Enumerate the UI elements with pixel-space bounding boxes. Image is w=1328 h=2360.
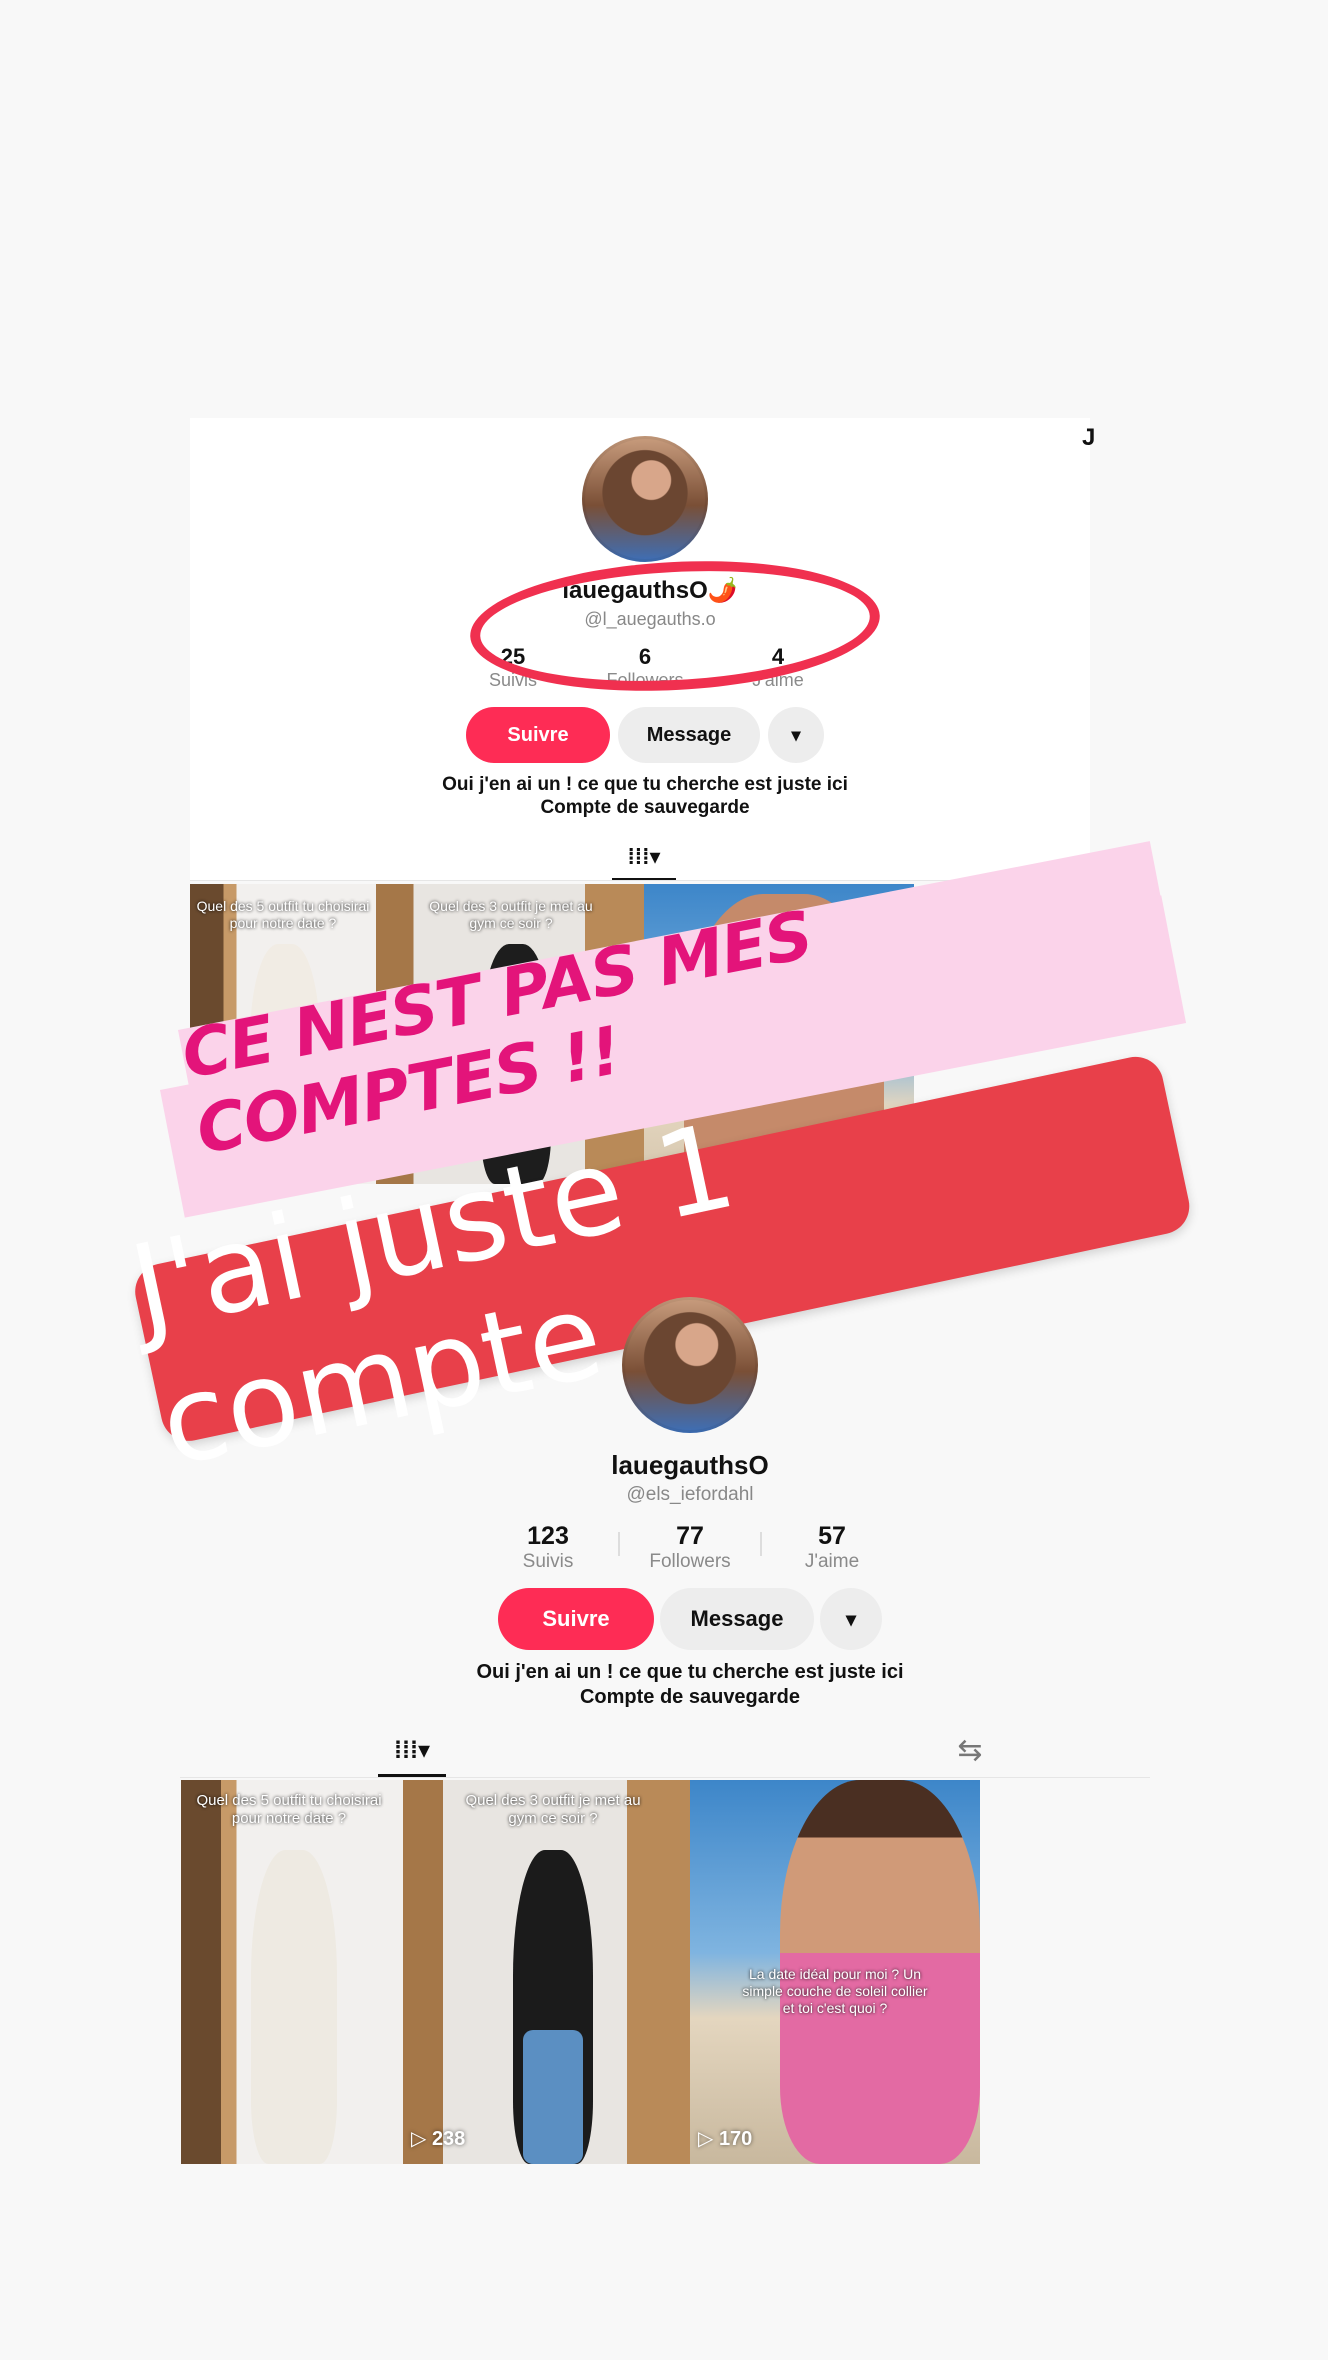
bottom-more-button[interactable]: ▾ (820, 1588, 882, 1650)
top-grid-tab[interactable]: ⁞⁞⁞▾ (612, 840, 676, 874)
video-figure (251, 1850, 337, 2164)
bottom-grid-tab[interactable]: ⁞⁞⁞▾ (378, 1732, 446, 1768)
bottom-follow-button[interactable]: Suivre (498, 1588, 654, 1650)
repost-icon[interactable]: ⇆ (940, 1732, 1000, 1768)
corner-mark: J (1082, 424, 1096, 451)
top-video-2-caption: Quel des 3 outfit je met au gym ce soir … (429, 898, 593, 931)
bottom-video-3-views: ▷ 170 (698, 2128, 753, 2150)
top-bio-line1: Oui j'en ai un ! ce que tu cherche est j… (442, 774, 848, 795)
video-figure-legs (523, 2030, 583, 2164)
bottom-bio-line2: Compte de sauvegarde (579, 1686, 801, 1708)
bottom-video-1[interactable]: Quel des 5 outfit tu choisirai pour notr… (181, 1780, 403, 2164)
bottom-profile-handle: @els_iefordahl (626, 1484, 754, 1505)
bottom-bio-line1: Oui j'en ai un ! ce que tu cherche est j… (476, 1661, 904, 1683)
bottom-tab-divider (180, 1777, 1150, 1778)
bottom-avatar[interactable] (622, 1297, 758, 1433)
stat-divider (618, 1532, 620, 1556)
top-follow-button[interactable]: Suivre (466, 707, 610, 763)
bottom-video-1-caption: Quel des 5 outfit tu choisirai pour notr… (196, 1792, 382, 1827)
bottom-stat-likes[interactable]: 57 J'aime (782, 1522, 882, 1573)
caret-down-icon: ▾ (845, 1608, 857, 1631)
top-more-button[interactable]: ▾ (768, 707, 824, 763)
bottom-stat-likes-num: 57 (818, 1522, 846, 1550)
top-bio-line2: Compte de sauvegarde (540, 796, 750, 818)
bottom-stat-followers-label: Followers (649, 1551, 731, 1572)
top-avatar[interactable] (582, 436, 708, 562)
bottom-stat-following-label: Suivis (522, 1551, 574, 1572)
bottom-video-2[interactable]: Quel des 3 outfit je met au gym ce soir … (403, 1780, 690, 2164)
bottom-profile-name: lauegauthsO (611, 1450, 769, 1480)
top-video-1-caption: Quel des 5 outfit tu choisirai pour notr… (196, 898, 370, 931)
bottom-video-3-caption: La date idéal pour moi ? Un simple couch… (742, 1966, 928, 2016)
bottom-stat-following[interactable]: 123 Suivis (498, 1522, 598, 1573)
top-bio: Oui j'en ai un ! ce que tu cherche est j… (390, 774, 900, 820)
bottom-stat-following-num: 123 (527, 1522, 569, 1550)
stat-divider (760, 1532, 762, 1556)
bottom-bio: Oui j'en ai un ! ce que tu cherche est j… (430, 1660, 950, 1710)
top-message-button[interactable]: Message (618, 707, 760, 763)
bottom-video-3[interactable]: La date idéal pour moi ? Un simple couch… (690, 1780, 980, 2164)
bottom-stat-followers[interactable]: 77 Followers (635, 1522, 745, 1573)
bottom-video-2-caption: Quel des 3 outfit je met au gym ce soir … (465, 1792, 641, 1827)
bottom-stat-followers-num: 77 (676, 1522, 704, 1550)
bottom-video-2-views: ▷ 238 (411, 2128, 466, 2150)
caret-down-icon: ▾ (791, 724, 801, 745)
bottom-message-button[interactable]: Message (660, 1588, 814, 1650)
bottom-stat-likes-label: J'aime (804, 1551, 860, 1572)
